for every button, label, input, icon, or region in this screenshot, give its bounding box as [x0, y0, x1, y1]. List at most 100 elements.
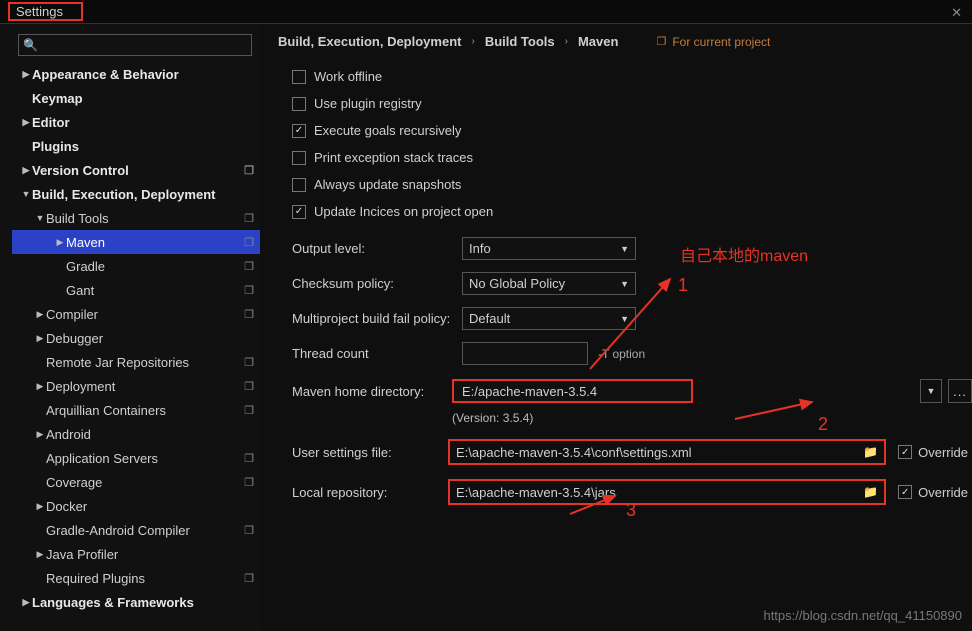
sidebar-item-debugger[interactable]: ▶Debugger	[12, 326, 260, 350]
check-label: Print exception stack traces	[314, 150, 473, 165]
thread-input[interactable]	[462, 342, 588, 365]
checkbox[interactable]	[292, 70, 306, 84]
sidebar-item-editor[interactable]: ▶Editor	[12, 110, 260, 134]
sidebar-item-java-profiler[interactable]: ▶Java Profiler	[12, 542, 260, 566]
stack-icon: ❐	[244, 476, 254, 489]
sidebar-item-android[interactable]: ▶Android	[12, 422, 260, 446]
check-row: Always update snapshots	[292, 171, 972, 198]
chevron-right-icon: ▶	[34, 381, 46, 392]
checkbox[interactable]	[292, 151, 306, 165]
sidebar-item-docker[interactable]: ▶Docker	[12, 494, 260, 518]
override-2-checkbox[interactable]: ✓	[898, 485, 912, 499]
sidebar-item-label: Build Tools	[46, 211, 244, 226]
check-label: Use plugin registry	[314, 96, 422, 111]
version-label: (Version: 3.5.4)	[292, 411, 972, 425]
sidebar: 🔍 ▶Appearance & BehaviorKeymap▶EditorPlu…	[12, 24, 260, 631]
sidebar-item-coverage[interactable]: Coverage❐	[12, 470, 260, 494]
folder-icon[interactable]: 📁	[863, 485, 878, 499]
sidebar-item-application-servers[interactable]: Application Servers❐	[12, 446, 260, 470]
sidebar-item-remote-jar-repositories[interactable]: Remote Jar Repositories❐	[12, 350, 260, 374]
close-icon[interactable]: ✕	[951, 5, 962, 21]
thread-hint: -T option	[598, 347, 645, 361]
checkbox[interactable]: ✓	[292, 124, 306, 138]
for-current-project: ❐ For current project	[656, 35, 770, 49]
watermark: https://blog.csdn.net/qq_41150890	[763, 608, 962, 623]
sidebar-item-gradle[interactable]: Gradle❐	[12, 254, 260, 278]
sidebar-item-compiler[interactable]: ▶Compiler❐	[12, 302, 260, 326]
sidebar-item-plugins[interactable]: Plugins	[12, 134, 260, 158]
output-level-select[interactable]: Info ▼	[462, 237, 636, 260]
search-input[interactable]	[40, 38, 247, 52]
stack-icon: ❐	[244, 572, 254, 585]
stack-icon: ❐	[244, 524, 254, 537]
sidebar-item-label: Coverage	[46, 475, 244, 490]
override-1-label: Override	[918, 445, 968, 460]
sidebar-item-label: Gant	[66, 283, 244, 298]
folder-icon[interactable]: 📁	[863, 445, 878, 459]
sidebar-item-build-execution-deployment[interactable]: ▼Build, Execution, Deployment	[12, 182, 260, 206]
check-label: Update Incices on project open	[314, 204, 493, 219]
sidebar-item-keymap[interactable]: Keymap	[12, 86, 260, 110]
multiproject-label: Multiproject build fail policy:	[292, 311, 462, 326]
sidebar-item-languages-frameworks[interactable]: ▶Languages & Frameworks	[12, 590, 260, 614]
sidebar-item-deployment[interactable]: ▶Deployment❐	[12, 374, 260, 398]
chevron-down-icon: ▼	[620, 314, 629, 324]
check-row: Print exception stack traces	[292, 144, 972, 171]
check-row: Work offline	[292, 63, 972, 90]
chevron-right-icon: ▶	[20, 69, 32, 80]
chevron-right-icon: ▶	[34, 309, 46, 320]
stack-icon: ❐	[656, 35, 666, 48]
user-settings-label: User settings file:	[292, 445, 448, 460]
sidebar-item-gant[interactable]: Gant❐	[12, 278, 260, 302]
bc-2[interactable]: Build Tools	[485, 34, 555, 49]
output-level-label: Output level:	[292, 241, 462, 256]
checkbox[interactable]	[292, 178, 306, 192]
sidebar-item-label: Plugins	[32, 139, 254, 154]
sidebar-item-version-control[interactable]: ▶Version Control❐	[12, 158, 260, 182]
bc-1[interactable]: Build, Execution, Deployment	[278, 34, 461, 49]
local-repo-input[interactable]: E:\apache-maven-3.5.4\jars 📁	[448, 479, 886, 505]
override-1-checkbox[interactable]: ✓	[898, 445, 912, 459]
stack-icon: ❐	[244, 212, 254, 225]
chevron-right-icon: ▶	[20, 597, 32, 608]
sidebar-item-label: Android	[46, 427, 254, 442]
checkbox[interactable]: ✓	[292, 205, 306, 219]
sidebar-item-label: Gradle	[66, 259, 244, 274]
home-browse-button[interactable]: ...	[948, 379, 972, 403]
home-dropdown-button[interactable]: ▼	[920, 379, 942, 403]
home-input[interactable]: E:/apache-maven-3.5.4	[452, 379, 693, 403]
check-row: ✓ Update Incices on project open	[292, 198, 972, 225]
sidebar-item-appearance-behavior[interactable]: ▶Appearance & Behavior	[12, 62, 260, 86]
checksum-select[interactable]: No Global Policy ▼	[462, 272, 636, 295]
search-box[interactable]: 🔍	[18, 34, 252, 56]
multiproject-select[interactable]: Default ▼	[462, 307, 636, 330]
stack-icon: ❐	[244, 380, 254, 393]
sidebar-item-label: Build, Execution, Deployment	[32, 187, 254, 202]
sidebar-item-label: Debugger	[46, 331, 254, 346]
window-title: Settings	[8, 2, 83, 21]
sidebar-item-label: Keymap	[32, 91, 254, 106]
breadcrumb: Build, Execution, Deployment › Build Too…	[278, 34, 972, 49]
settings-tree: ▶Appearance & BehaviorKeymap▶EditorPlugi…	[12, 62, 260, 631]
sidebar-item-label: Maven	[66, 235, 244, 250]
sidebar-item-maven[interactable]: ▶Maven❐	[12, 230, 260, 254]
checkbox[interactable]	[292, 97, 306, 111]
stack-icon: ❐	[244, 164, 254, 177]
sidebar-item-label: Version Control	[32, 163, 244, 178]
user-settings-input[interactable]: E:\apache-maven-3.5.4\conf\settings.xml …	[448, 439, 886, 465]
chevron-down-icon: ▼	[620, 244, 629, 254]
stack-icon: ❐	[244, 356, 254, 369]
bc-3[interactable]: Maven	[578, 34, 618, 49]
sidebar-item-label: Java Profiler	[46, 547, 254, 562]
chevron-right-icon: ▶	[54, 237, 66, 248]
chevron-right-icon: ›	[565, 36, 568, 47]
sidebar-item-required-plugins[interactable]: Required Plugins❐	[12, 566, 260, 590]
sidebar-item-gradle-android-compiler[interactable]: Gradle-Android Compiler❐	[12, 518, 260, 542]
checksum-label: Checksum policy:	[292, 276, 462, 291]
sidebar-item-arquillian-containers[interactable]: Arquillian Containers❐	[12, 398, 260, 422]
sidebar-item-build-tools[interactable]: ▼Build Tools❐	[12, 206, 260, 230]
chevron-right-icon: ›	[471, 36, 474, 47]
sidebar-item-label: Appearance & Behavior	[32, 67, 254, 82]
sidebar-item-label: Compiler	[46, 307, 244, 322]
title-bar: Settings	[0, 0, 972, 24]
